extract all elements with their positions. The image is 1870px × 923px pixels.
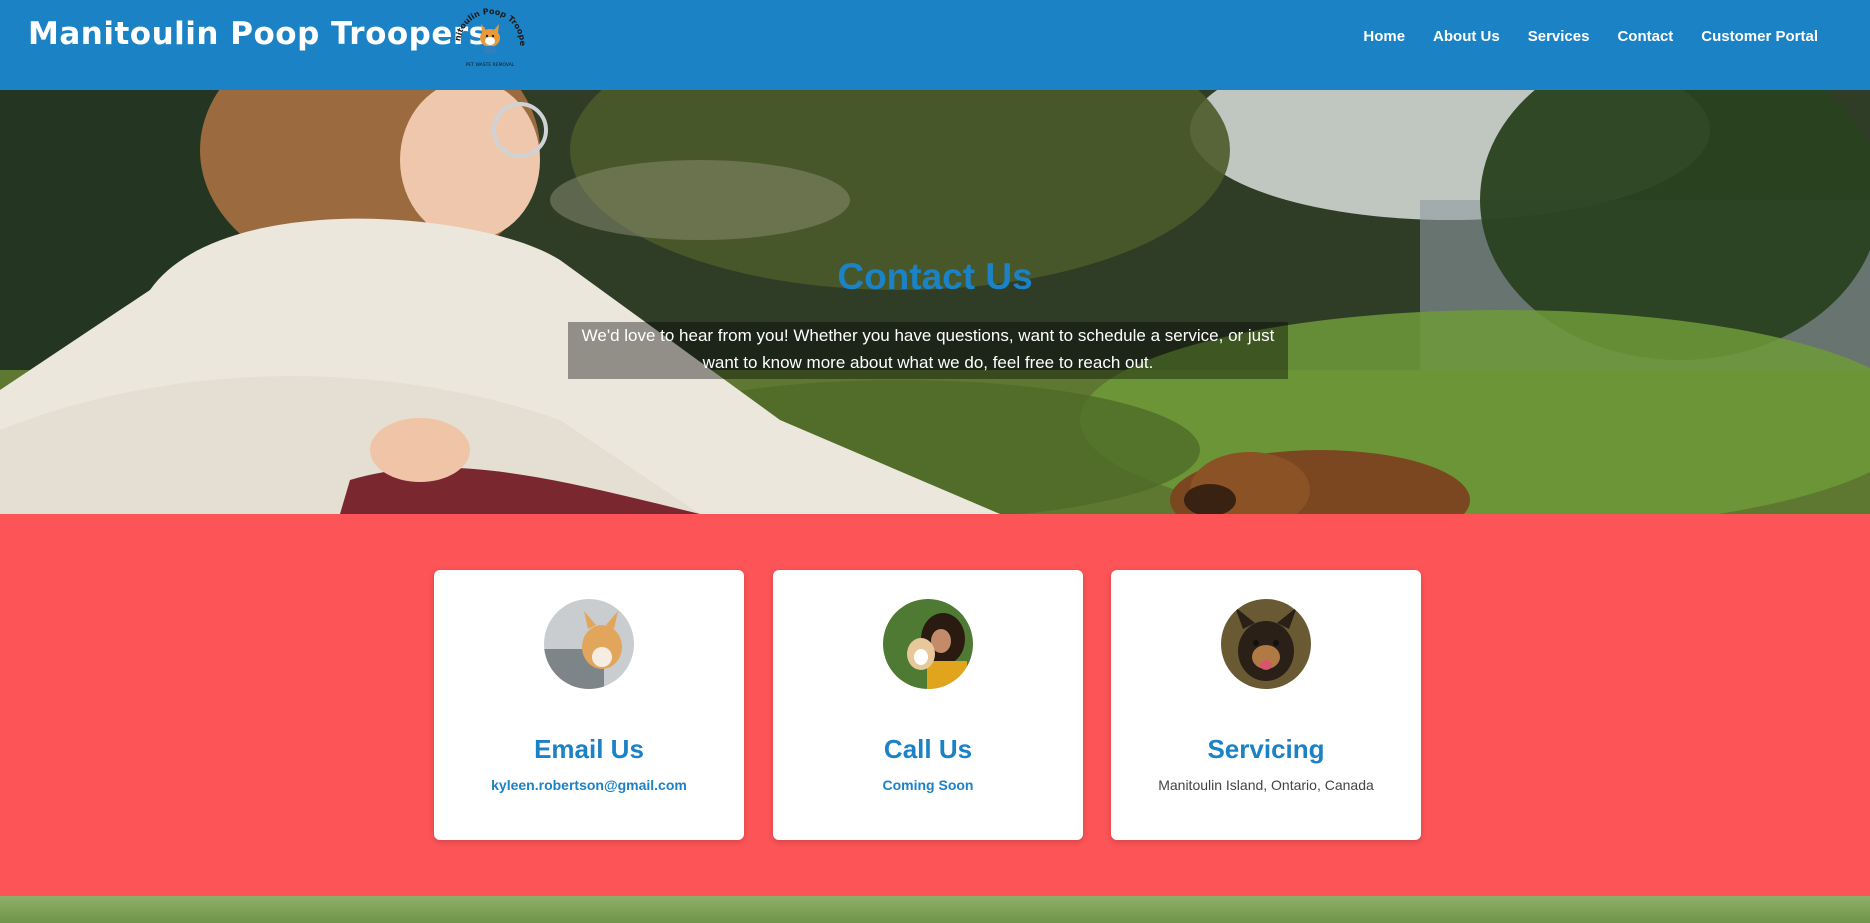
nav-services[interactable]: Services xyxy=(1518,26,1600,47)
hero-section: Contact Us We'd love to hear from you! W… xyxy=(0,90,1870,514)
contact-section: Email Us kyleen.robertson@gmail.com Call… xyxy=(0,514,1870,896)
happy-dog-photo xyxy=(1221,599,1311,689)
phone-status[interactable]: Coming Soon xyxy=(773,777,1083,793)
brand-name[interactable]: Manitoulin Poop Troopers xyxy=(28,16,488,52)
nav-customer-portal[interactable]: Customer Portal xyxy=(1691,26,1828,47)
hero-background-image xyxy=(0,90,1870,514)
email-link[interactable]: kyleen.robertson@gmail.com xyxy=(434,777,744,793)
servicing-card-title: Servicing xyxy=(1207,734,1325,764)
service-area: Manitoulin Island, Ontario, Canada xyxy=(1158,777,1374,793)
call-card: Call Us Coming Soon xyxy=(773,570,1083,840)
nav-home[interactable]: Home xyxy=(1353,26,1415,47)
corgi-photo xyxy=(544,599,634,689)
logo-icon[interactable]: Manitoulin Poop Troopers PET WASTE REMOV… xyxy=(448,4,532,70)
nav-contact[interactable]: Contact xyxy=(1607,26,1683,47)
footer-image-strip xyxy=(0,896,1870,923)
site-header: Manitoulin Poop Troopers Manitoulin Poop… xyxy=(0,0,1870,90)
woman-with-dog-photo xyxy=(883,599,973,689)
hero-intro-text: We'd love to hear from you! Whether you … xyxy=(568,322,1288,379)
main-nav: Home About Us Services Contact Customer … xyxy=(1345,26,1828,47)
servicing-card: Servicing Manitoulin Island, Ontario, Ca… xyxy=(1111,570,1421,840)
nav-about-us[interactable]: About Us xyxy=(1423,26,1510,47)
email-card-title: Email Us xyxy=(534,734,644,764)
svg-text:PET WASTE REMOVAL: PET WASTE REMOVAL xyxy=(466,62,515,68)
page-title: Contact Us xyxy=(837,256,1033,297)
email-card: Email Us kyleen.robertson@gmail.com xyxy=(434,570,744,840)
call-card-title: Call Us xyxy=(883,734,973,764)
